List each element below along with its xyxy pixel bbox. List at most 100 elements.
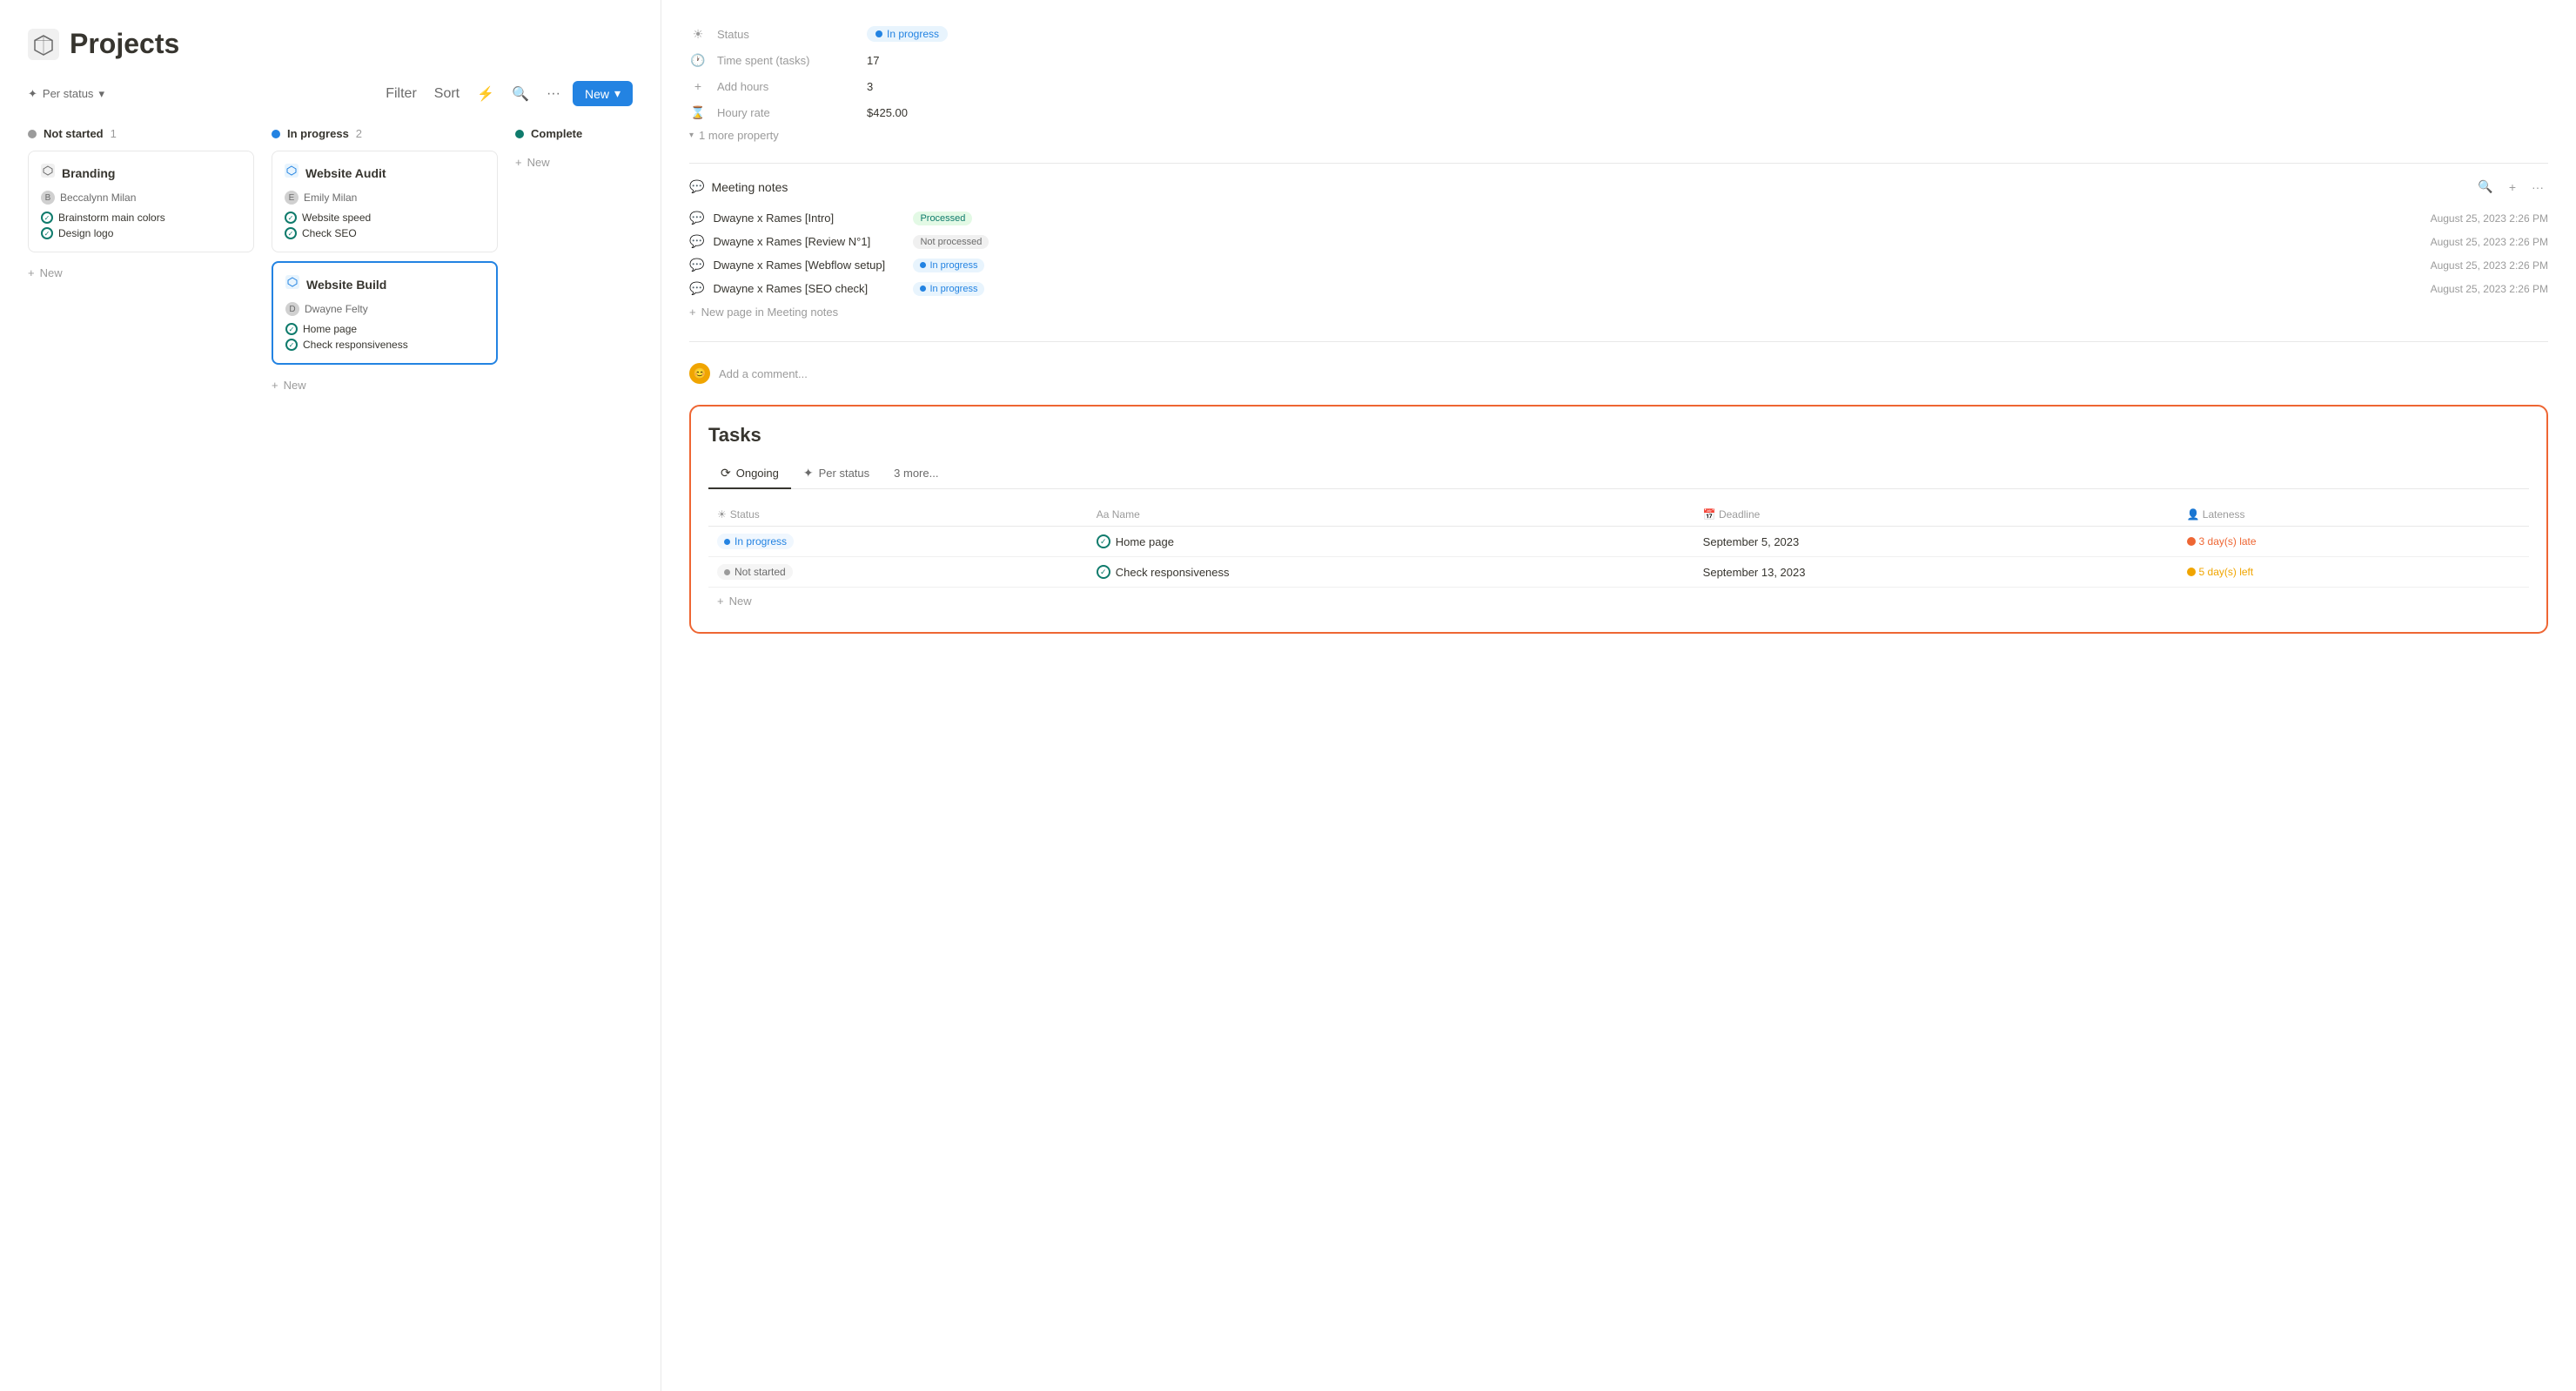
comment-placeholder[interactable]: Add a comment... xyxy=(719,367,808,380)
cell-deadline-row2: September 13, 2023 xyxy=(1694,557,2178,588)
task-check-icon xyxy=(285,323,298,335)
status-badge-notstarted: Not started xyxy=(717,564,793,580)
add-new-not-started[interactable]: + New xyxy=(28,261,254,285)
more-property-toggle[interactable]: ▾ 1 more property xyxy=(689,125,2548,145)
task-name-home: Home page xyxy=(1097,534,1686,548)
hourglass-icon: ⌛ xyxy=(689,105,707,120)
task-item: Design logo xyxy=(41,227,241,239)
more-meeting-button[interactable]: ··· xyxy=(2527,178,2548,196)
search-button[interactable]: 🔍 xyxy=(506,82,534,106)
card-title-branding: Branding xyxy=(62,166,115,180)
add-new-in-progress[interactable]: + New xyxy=(272,373,498,397)
status-badge-inprogress: In progress xyxy=(717,534,794,549)
property-row-status: ☀ Status In progress xyxy=(689,21,2548,47)
cell-lateness-row2: 5 day(s) left xyxy=(2178,557,2529,588)
card-branding[interactable]: Branding B Beccalynn Milan Brainstorm ma… xyxy=(28,151,254,252)
tab-more-label: 3 more... xyxy=(894,467,938,480)
badge-processed: Processed xyxy=(913,212,972,225)
task-name-responsiveness: Check responsiveness xyxy=(1097,565,1686,579)
meeting-row-review[interactable]: 💬 Dwayne x Rames [Review N°1] Not proces… xyxy=(689,230,2548,253)
lightning-icon-button[interactable]: ⚡ xyxy=(472,82,500,106)
cell-deadline-row1: September 5, 2023 xyxy=(1694,527,2178,557)
deadline-col-icon: 📅 xyxy=(1703,508,1719,521)
user-avatar-branding: B xyxy=(41,191,55,205)
tasks-add-new[interactable]: + New xyxy=(708,588,2529,615)
user-avatar-comment: 😊 xyxy=(689,363,710,384)
search-meeting-button[interactable]: 🔍 xyxy=(2473,178,2497,196)
filter-button[interactable]: Filter xyxy=(380,83,422,105)
new-page-in-meeting-notes[interactable]: + New page in Meeting notes xyxy=(689,300,2548,324)
meeting-row-seo[interactable]: 💬 Dwayne x Rames [SEO check] In progress… xyxy=(689,277,2548,300)
status-icon: ☀ xyxy=(689,27,707,42)
toolbar-right: Filter Sort ⚡ 🔍 ··· New ▾ xyxy=(380,81,633,106)
new-label: New xyxy=(527,156,550,169)
tab-ongoing[interactable]: ⟳ Ongoing xyxy=(708,459,791,489)
meeting-row-icon: 💬 xyxy=(689,281,704,296)
lateness-badge-late: 3 day(s) late xyxy=(2187,535,2520,548)
card-user-branding: B Beccalynn Milan xyxy=(41,191,241,205)
branding-card-icon xyxy=(41,164,55,182)
chevron-down-icon: ▾ xyxy=(614,86,621,101)
add-meeting-button[interactable]: + xyxy=(2505,178,2520,196)
comment-row[interactable]: 😊 Add a comment... xyxy=(689,356,2548,391)
status-badge[interactable]: In progress xyxy=(867,26,948,42)
tasks-title: Tasks xyxy=(708,424,2529,447)
plus-icon: + xyxy=(689,306,696,319)
new-button[interactable]: New ▾ xyxy=(573,81,633,106)
more-options-button[interactable]: ··· xyxy=(541,83,566,105)
table-row[interactable]: In progress Home page September 5, 2023 xyxy=(708,527,2529,557)
divider xyxy=(689,163,2548,164)
complete-dot xyxy=(515,130,524,138)
sort-icon: ✦ xyxy=(28,87,37,101)
tab-per-status-label: Per status xyxy=(819,467,870,480)
tab-more[interactable]: 3 more... xyxy=(882,460,950,488)
th-name: Aa Name xyxy=(1088,503,1694,527)
task-item: Home page xyxy=(285,323,484,335)
meeting-notes-actions: 🔍 + ··· xyxy=(2473,178,2548,196)
task-item: Check SEO xyxy=(285,227,485,239)
tab-per-status[interactable]: ✦ Per status xyxy=(791,459,882,489)
more-property-label: 1 more property xyxy=(699,129,779,142)
card-website-audit[interactable]: Website Audit E Emily Milan Website spee… xyxy=(272,151,498,252)
name-col-icon: Aa xyxy=(1097,508,1112,521)
chevron-down-icon: ▾ xyxy=(689,131,694,140)
meeting-date-intro: August 25, 2023 2:26 PM xyxy=(2431,212,2548,225)
tasks-section: Tasks ⟳ Ongoing ✦ Per status 3 more... ☀ xyxy=(689,405,2548,634)
meeting-row-webflow[interactable]: 💬 Dwayne x Rames [Webflow setup] In prog… xyxy=(689,253,2548,277)
meeting-title-review: Dwayne x Rames [Review N°1] xyxy=(713,235,904,248)
meeting-row-icon: 💬 xyxy=(689,211,704,225)
tasks-tabs: ⟳ Ongoing ✦ Per status 3 more... xyxy=(708,459,2529,489)
column-complete: Complete + New xyxy=(515,127,633,1391)
cube-icon xyxy=(28,29,59,60)
add-new-complete[interactable]: + New xyxy=(515,151,633,174)
card-tasks-build: Home page Check responsiveness xyxy=(285,323,484,351)
task-label: Home page xyxy=(303,323,357,335)
meeting-date-seo: August 25, 2023 2:26 PM xyxy=(2431,283,2548,295)
cell-name-row2: Check responsiveness xyxy=(1088,557,1694,588)
ongoing-icon: ⟳ xyxy=(721,466,731,480)
th-status: ☀ Status xyxy=(708,503,1088,527)
property-section: ☀ Status In progress 🕐 Time spent (tasks… xyxy=(689,21,2548,145)
column-not-started: Not started 1 Branding B Beccalynn Milan xyxy=(28,127,254,1391)
column-header-not-started: Not started 1 xyxy=(28,127,254,140)
table-row[interactable]: Not started Check responsiveness Septemb… xyxy=(708,557,2529,588)
task-check-icon xyxy=(285,212,297,224)
card-website-build[interactable]: Website Build D Dwayne Felty Home page C… xyxy=(272,261,498,365)
card-tasks-branding: Brainstorm main colors Design logo xyxy=(41,212,241,239)
group-by-selector[interactable]: ✦ Per status ▾ xyxy=(28,87,104,101)
meeting-row-intro[interactable]: 💬 Dwayne x Rames [Intro] Processed Augus… xyxy=(689,206,2548,230)
lateness-text: 3 day(s) late xyxy=(2199,535,2257,548)
meeting-title-seo: Dwayne x Rames [SEO check] xyxy=(713,282,904,295)
meeting-notes-title: Meeting notes xyxy=(711,180,788,194)
meeting-date-webflow: August 25, 2023 2:26 PM xyxy=(2431,259,2548,272)
task-check-icon xyxy=(285,339,298,351)
cell-lateness-row1: 3 day(s) late xyxy=(2178,527,2529,557)
time-spent-value: 17 xyxy=(867,54,879,67)
column-count-in-progress: 2 xyxy=(356,127,362,140)
divider-2 xyxy=(689,341,2548,342)
sort-button[interactable]: Sort xyxy=(429,83,465,105)
column-label-not-started: Not started xyxy=(44,127,104,140)
name-col-label: Name xyxy=(1112,508,1140,521)
new-label: New xyxy=(284,379,306,392)
tasks-table: ☀ Status Aa Name 📅 Deadline 👤 xyxy=(708,503,2529,588)
